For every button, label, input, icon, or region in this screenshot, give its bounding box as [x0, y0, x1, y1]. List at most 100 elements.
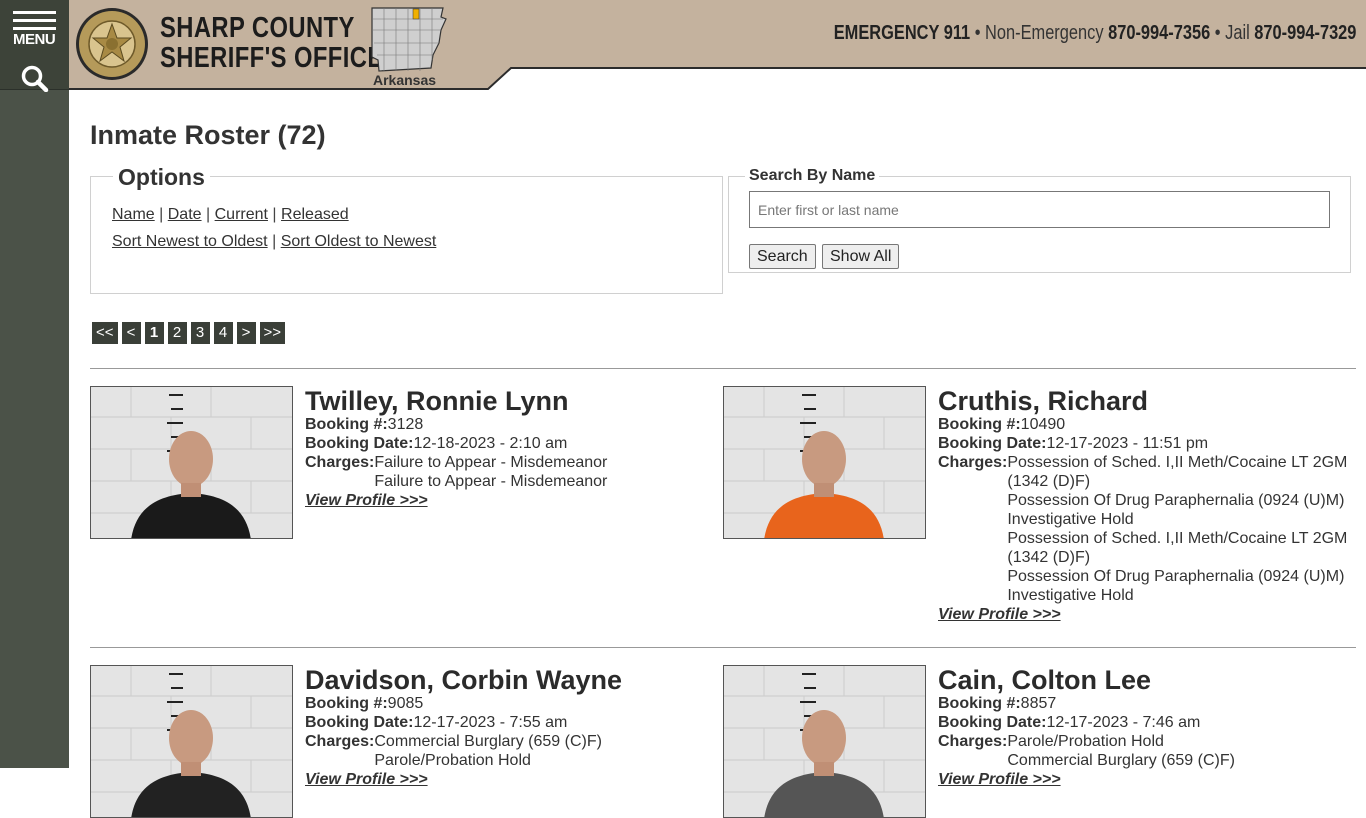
mugshot-photo[interactable]: [723, 665, 926, 818]
site-title[interactable]: SHARP COUNTY SHERIFF'S OFFICE: [160, 13, 384, 73]
search-button[interactable]: Search: [749, 244, 816, 269]
hamburger-icon-bar: [13, 27, 56, 30]
booking-no-label: Booking #:: [305, 695, 388, 712]
pagination: << <1 2 3 4 > >>: [92, 322, 286, 344]
sort-oldest-link[interactable]: Sort Oldest to Newest: [281, 233, 437, 250]
booking-no-label: Booking #:: [938, 695, 1021, 712]
contact-info: EMERGENCY 911 • Non-Emergency 870-994-73…: [833, 22, 1356, 44]
sidebar: MENU: [0, 0, 69, 768]
divider: [90, 368, 1356, 369]
mugshot-photo[interactable]: [90, 386, 293, 539]
sort-filter-links: Name | Date | Current | Released: [112, 206, 349, 223]
charge-item: Investigative Hold: [1007, 587, 1134, 604]
booking-date-label: Booking Date:: [305, 714, 414, 731]
arkansas-map-icon: [371, 7, 447, 72]
charges-list: Failure to Appear - Misdemeanor Failure t…: [374, 453, 607, 491]
show-all-button[interactable]: Show All: [822, 244, 900, 269]
booking-date: 12-18-2023 - 2:10 am: [413, 435, 568, 452]
options-panel: Options Name | Date | Current | Released…: [90, 164, 723, 294]
inmate-name[interactable]: Twilley, Ronnie Lynn: [305, 386, 715, 416]
charge-item: Parole/Probation Hold: [374, 752, 531, 769]
booking-date-label: Booking Date:: [938, 714, 1047, 731]
charge-item: Possession of Sched. I,II Meth/Cocaine L…: [1007, 530, 1348, 566]
options-legend: Options: [113, 164, 210, 191]
sheriff-badge-logo: [76, 8, 148, 80]
mugshot-photo[interactable]: [723, 386, 926, 539]
booking-no-label: Booking #:: [938, 416, 1021, 433]
booking-no: 8857: [1020, 695, 1057, 712]
menu-label: MENU: [13, 31, 56, 48]
jail-phone[interactable]: 870-994-7329: [1254, 22, 1356, 44]
inmate-info: Cain, Colton Lee Booking #:8857 Booking …: [938, 665, 1348, 789]
charges-list: Possession of Sched. I,II Meth/Cocaine L…: [1007, 453, 1348, 605]
charge-item: Possession Of Drug Paraphernalia (0924 (…: [1007, 492, 1345, 509]
search-panel: Search By Name Search Show All: [728, 167, 1351, 273]
menu-button[interactable]: MENU: [0, 0, 69, 92]
booking-no: 3128: [387, 416, 424, 433]
state-label: Arkansas: [373, 72, 437, 88]
site-title-line2: SHERIFF'S OFFICE: [160, 42, 384, 74]
pager-item[interactable]: <<: [92, 322, 118, 344]
hamburger-icon-bar: [13, 11, 56, 14]
booking-date: 12-17-2023 - 7:46 am: [1046, 714, 1201, 731]
booking-no-label: Booking #:: [305, 416, 388, 433]
view-profile-link[interactable]: View Profile >>>: [938, 605, 1061, 624]
charges-label: Charges:: [938, 454, 1008, 471]
filter-current-link[interactable]: Current: [215, 206, 268, 223]
sort-by-date-link[interactable]: Date: [168, 206, 202, 223]
pager-item[interactable]: >>: [259, 322, 286, 344]
search-icon[interactable]: [20, 64, 50, 92]
charge-item: Investigative Hold: [1007, 511, 1134, 528]
booking-date: 12-17-2023 - 7:55 am: [413, 714, 568, 731]
pager-item[interactable]: 1: [144, 322, 164, 344]
charges-label: Charges:: [305, 454, 375, 471]
divider: [90, 647, 1356, 648]
charge-item: Possession of Sched. I,II Meth/Cocaine L…: [1007, 454, 1348, 490]
search-input[interactable]: [749, 191, 1330, 228]
charge-item: Commercial Burglary (659 (C)F): [374, 733, 602, 750]
booking-date-label: Booking Date:: [305, 435, 414, 452]
view-profile-link[interactable]: View Profile >>>: [305, 491, 428, 510]
mugshot-photo[interactable]: [90, 665, 293, 818]
charge-item: Commercial Burglary (659 (C)F): [1007, 752, 1235, 769]
nonemergency-phone[interactable]: 870-994-7356: [1108, 22, 1210, 44]
booking-date-label: Booking Date:: [938, 435, 1047, 452]
booking-no: 9085: [387, 695, 424, 712]
view-profile-link[interactable]: View Profile >>>: [305, 770, 428, 789]
jail-label: Jail: [1224, 22, 1250, 44]
nonemergency-label: Non-Emergency: [984, 22, 1104, 44]
main-content: Inmate Roster (72) Options Name | Date |…: [90, 110, 1356, 818]
inmate-info: Cruthis, Richard Booking #:10490 Booking…: [938, 386, 1348, 624]
inmate-info: Twilley, Ronnie Lynn Booking #:3128 Book…: [305, 386, 715, 510]
view-profile-link[interactable]: View Profile >>>: [938, 770, 1061, 789]
inmate-name[interactable]: Davidson, Corbin Wayne: [305, 665, 715, 695]
charges-list: Parole/Probation Hold Commercial Burglary…: [1007, 732, 1235, 770]
page-title: Inmate Roster (72): [90, 120, 326, 150]
pager-item[interactable]: 3: [190, 322, 210, 344]
pager-item[interactable]: >: [236, 322, 256, 344]
pager-item[interactable]: 4: [213, 322, 233, 344]
site-title-line1: SHARP COUNTY: [160, 12, 355, 44]
pager-item[interactable]: 2: [167, 322, 187, 344]
charge-item: Possession Of Drug Paraphernalia (0924 (…: [1007, 568, 1345, 585]
pager-item[interactable]: <: [121, 322, 141, 344]
charges-list: Commercial Burglary (659 (C)F) Parole/Pro…: [374, 732, 602, 770]
inmate-name[interactable]: Cruthis, Richard: [938, 386, 1348, 416]
booking-date: 12-17-2023 - 11:51 pm: [1046, 435, 1209, 452]
search-legend: Search By Name: [745, 167, 880, 185]
charges-label: Charges:: [938, 733, 1008, 750]
charge-item: Parole/Probation Hold: [1007, 733, 1164, 750]
sort-order-links: Sort Newest to Oldest | Sort Oldest to N…: [112, 233, 437, 250]
charges-label: Charges:: [305, 733, 375, 750]
charge-item: Failure to Appear - Misdemeanor: [374, 454, 608, 471]
inmate-info: Davidson, Corbin Wayne Booking #:9085 Bo…: [305, 665, 715, 789]
charge-item: Failure to Appear - Misdemeanor: [374, 473, 608, 490]
sort-newest-link[interactable]: Sort Newest to Oldest: [112, 233, 268, 250]
sort-by-name-link[interactable]: Name: [112, 206, 155, 223]
inmate-name[interactable]: Cain, Colton Lee: [938, 665, 1348, 695]
hamburger-icon-bar: [13, 19, 56, 22]
filter-released-link[interactable]: Released: [281, 206, 349, 223]
site-header: SHARP COUNTY SHERIFF'S OFFICE Arkansas E…: [69, 0, 1366, 90]
emergency-label: EMERGENCY 911: [833, 22, 970, 44]
booking-no: 10490: [1020, 416, 1066, 433]
